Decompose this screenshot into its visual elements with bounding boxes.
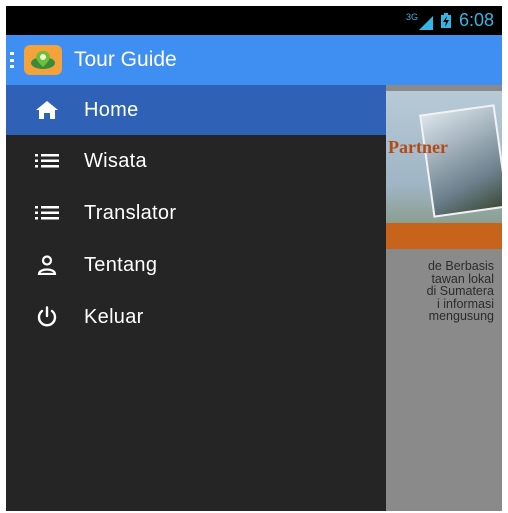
drawer-item-home[interactable]: Home bbox=[6, 85, 386, 135]
drawer-item-keluar[interactable]: Keluar bbox=[6, 291, 386, 343]
power-icon bbox=[32, 306, 62, 328]
network-type-label: 3G bbox=[405, 11, 418, 22]
drawer-item-label: Wisata bbox=[84, 149, 147, 172]
map-pin-icon bbox=[31, 51, 55, 69]
person-icon bbox=[32, 254, 62, 276]
battery-icon bbox=[440, 13, 451, 28]
drawer-indicator-icon[interactable] bbox=[10, 52, 16, 68]
drawer-item-label: Tentang bbox=[84, 253, 158, 276]
drawer-item-label: Keluar bbox=[84, 305, 144, 328]
drawer-item-wisata[interactable]: Wisata bbox=[6, 135, 386, 187]
travel-photo bbox=[419, 104, 502, 218]
app-logo-icon[interactable] bbox=[24, 45, 62, 75]
list-icon bbox=[32, 202, 62, 224]
paragraph-line: de Berbasis bbox=[427, 259, 494, 273]
list-icon bbox=[32, 150, 62, 172]
drawer-item-label: Home bbox=[84, 98, 139, 121]
drawer-item-tentang[interactable]: Tentang bbox=[6, 239, 386, 291]
signal-bars-icon bbox=[418, 15, 433, 30]
home-icon bbox=[32, 99, 62, 121]
banner-stripe bbox=[386, 223, 502, 249]
app-title: Tour Guide bbox=[74, 48, 177, 71]
banner-image: Partner bbox=[386, 91, 502, 249]
drawer-item-label: Translator bbox=[84, 201, 177, 224]
drawer-item-translator[interactable]: Translator bbox=[6, 187, 386, 239]
background-paragraph: de Berbasis tawan lokal di Sumatera i in… bbox=[388, 260, 494, 323]
clock: 6:08 bbox=[458, 10, 494, 30]
banner-word: Partner bbox=[388, 137, 448, 157]
signal-indicator: 3G bbox=[406, 12, 433, 30]
phone-screen: 3G 6:08 Tour Guide Partner de Berbasis t… bbox=[6, 6, 502, 511]
action-bar[interactable]: Tour Guide bbox=[6, 35, 502, 85]
background-content: Partner de Berbasis tawan lokal di Sumat… bbox=[386, 85, 502, 511]
paragraph-line: di Sumatera bbox=[426, 284, 494, 298]
navigation-drawer: Home Wisata Translator Tentang Keluar bbox=[6, 85, 386, 511]
paragraph-line: mengusung bbox=[428, 309, 494, 323]
status-bar: 3G 6:08 bbox=[6, 6, 502, 35]
